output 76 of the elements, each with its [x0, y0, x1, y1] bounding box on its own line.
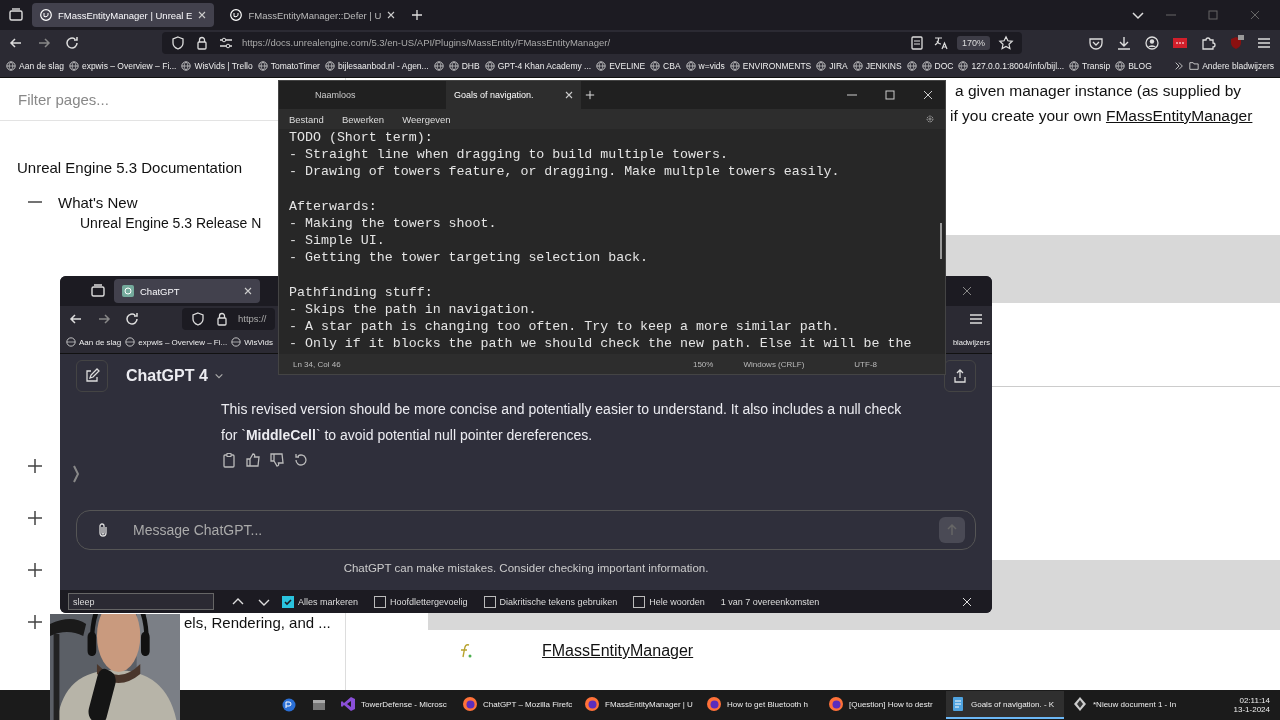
text-line: - A star path is changing too often. Try to keep a more similar path.: [289, 319, 840, 335]
status-text: Windows (CRLF): [743, 359, 805, 369]
text-line: - Straight line when dragging to build multiple towers.: [289, 147, 728, 163]
member-link[interactable]: FMassEntityManager: [542, 642, 694, 660]
bookmark-link[interactable]: TomatoTimer: [257, 61, 320, 71]
checkbox-label[interactable]: Hele woorden: [649, 596, 705, 607]
text-line: TODO (Short term):: [289, 130, 433, 145]
assistant-message: This revised version should be more concise and potentially easier to understand. It also includes a null check for `MiddleCell` to avoid potential null pointer dereferences.: [221, 400, 903, 445]
menu-item[interactable]: Bestand: [289, 113, 324, 125]
status-text: Ln 34, Col 46: [293, 359, 341, 369]
taskbar-button[interactable]: Goals of navigation. - K: [946, 691, 1064, 719]
taskbar-button[interactable]: ChatGPT – Mozilla Firefc: [458, 691, 576, 719]
text-line: - Making the towers shoot.: [289, 216, 497, 231]
message-input[interactable]: Message ChatGPT...: [119, 517, 931, 543]
bookmark-link[interactable]: JENKINS: [852, 61, 902, 71]
text-line: - Skips the path in navigation.: [289, 302, 537, 317]
checkbox-label[interactable]: Diakritische tekens gebruiken: [499, 596, 618, 607]
checkbox-label[interactable]: Hoofdlettergevoelig: [390, 596, 468, 607]
bookmark-link[interactable]: EVELINE: [596, 61, 646, 71]
bookmark-link[interactable]: w=vids: [685, 61, 725, 71]
text-line: - Only if it blocks the path we should check the new path. Else it will be the: [289, 336, 912, 352]
taskbar-button[interactable]: How to get Bluetooth h: [702, 691, 820, 719]
bookmark-link[interactable]: WisVids | Trello: [181, 61, 253, 71]
address-bar[interactable]: https://docs.unrealengine.com/5.3/en-US/API/Plugins/MassEntity/FMassEntityManager/ 170%: [162, 31, 1022, 54]
bookmark-link[interactable]: expwis – Overview – Fi...: [68, 61, 177, 71]
text-line: Afterwards:: [289, 198, 377, 214]
editor-tab[interactable]: Naamloos: [307, 81, 442, 109]
description-text: a given manager instance (as supplied by: [955, 82, 1242, 99]
clock-date[interactable]: 13-1-2024: [1233, 705, 1270, 714]
bookmark-link[interactable]: DHB: [448, 61, 480, 71]
text-line: - Simple UI.: [289, 233, 385, 249]
model-selector[interactable]: ChatGPT 4: [126, 367, 224, 385]
text-line: - Getting the tower targeting selection back.: [289, 250, 649, 266]
bookmark-link[interactable]: bijlesaanbod.nl - Agen...: [324, 61, 429, 71]
description-text: if you create your own: [950, 107, 1103, 124]
class-link[interactable]: FMassEntityManager: [1105, 107, 1253, 124]
status-text: 150%: [692, 359, 714, 369]
browser-tab[interactable]: FMassEntityManager::Defer | U: [222, 3, 404, 27]
find-field[interactable]: sleep: [68, 593, 214, 610]
disclaimer-text: ChatGPT can make mistakes. Consider checking important information.: [342, 562, 710, 574]
taskbar-button[interactable]: *Nieuw document 1 - In: [1068, 691, 1186, 719]
tree-item[interactable]: els, Rendering, and ...: [184, 613, 331, 631]
text-line: - Drawing of towers feature, or dragging. Make multple towers easily.: [289, 164, 840, 180]
zoom-level-button[interactable]: 170%: [956, 35, 990, 50]
bookmark-link[interactable]: ENVIRONMENTS: [729, 61, 812, 71]
match-count: 1 van 7 overeenkomsten: [720, 596, 820, 607]
checkbox-label[interactable]: Alles markeren: [298, 596, 359, 607]
bookmark-link[interactable]: JIRA: [816, 61, 848, 71]
text-line: Pathfinding stuff:: [289, 284, 433, 300]
bookmark-link[interactable]: WisVids: [231, 337, 273, 347]
tree-item[interactable]: Unreal Engine 5.3 Release N: [80, 215, 262, 231]
bookmark-link[interactable]: Aan de slag: [6, 61, 64, 71]
bookmark-link[interactable]: CBA: [650, 61, 681, 71]
taskbar-button[interactable]: FMassEntityManager | U: [580, 691, 698, 719]
bookmark-link[interactable]: DOC: [921, 61, 954, 71]
address-bar[interactable]: https://: [182, 307, 275, 330]
taskbar-button[interactable]: TowerDefense - Microsc: [336, 691, 454, 719]
browser-tab[interactable]: FMassEntityManager | Unreal E: [32, 3, 215, 27]
bookmark-link[interactable]: expwis – Overview – Fi...: [125, 337, 228, 347]
message-field[interactable]: Message ChatGPT...: [76, 510, 976, 550]
bookmark-link[interactable]: Aan de slag: [66, 337, 122, 347]
bookmark-link[interactable]: BLOG: [1115, 61, 1152, 71]
bookmark-link[interactable]: 127.0.0.1:8004/info/bijl...: [958, 61, 1065, 71]
editor-tab[interactable]: Goals of navigation.: [446, 81, 581, 109]
filter-field[interactable]: Filter pages...: [0, 78, 268, 120]
documentation-title[interactable]: Unreal Engine 5.3 Documentation: [17, 159, 243, 176]
menu-item[interactable]: Weergeven: [402, 113, 451, 125]
clock-time[interactable]: 02:11:14: [1239, 696, 1270, 705]
taskbar-button[interactable]: [Question] How to destr: [824, 691, 942, 719]
browser-tab[interactable]: ChatGPT: [114, 279, 260, 303]
menu-item[interactable]: Bewerken: [341, 113, 385, 125]
bookmark-link[interactable]: Transip: [1069, 61, 1111, 71]
other-bookmarks-folder[interactable]: Andere bladwijzers: [1189, 61, 1274, 71]
bookmark-link[interactable]: GPT-4 Khan Academy ...: [484, 61, 592, 71]
status-text: UTF-8: [854, 359, 877, 369]
tree-item[interactable]: What's New: [58, 193, 138, 211]
